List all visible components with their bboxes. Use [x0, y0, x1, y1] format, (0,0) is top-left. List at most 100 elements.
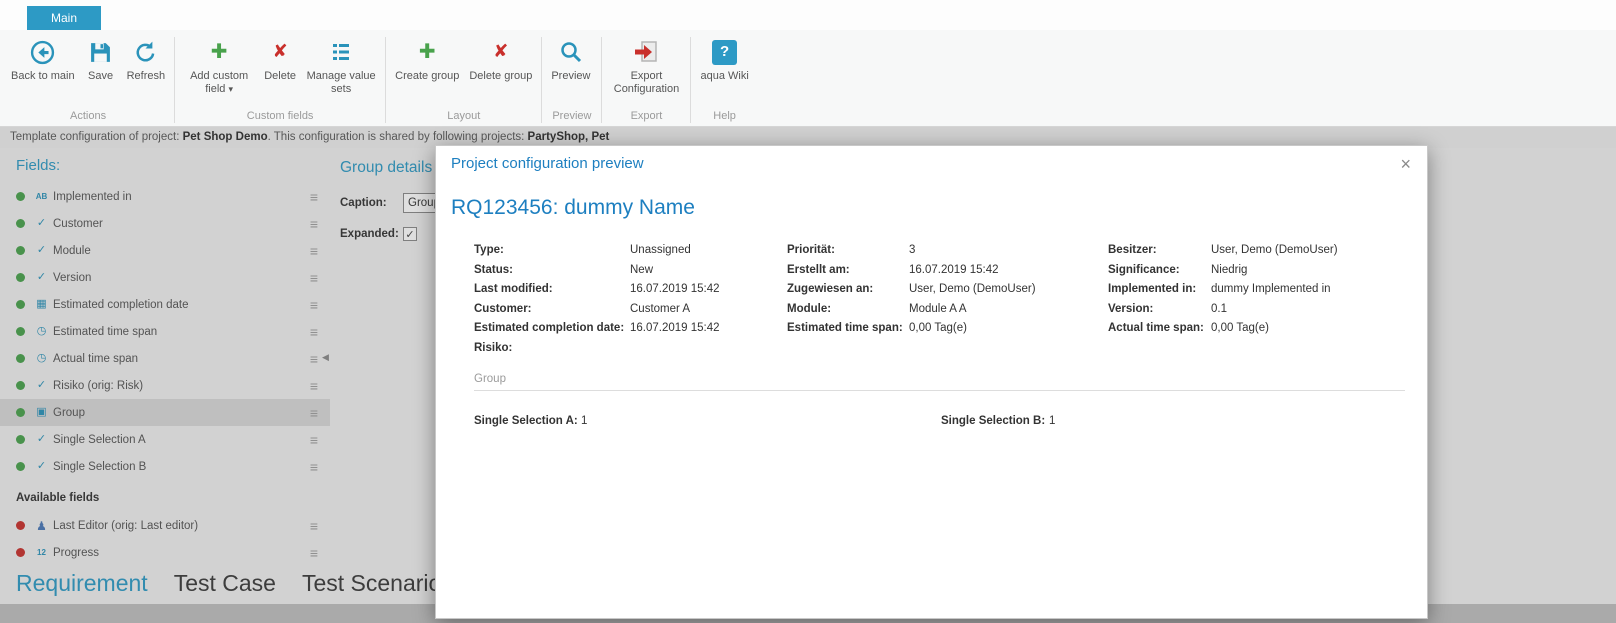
drag-handle-icon[interactable]: ≡: [306, 243, 322, 259]
save-button[interactable]: Save: [80, 34, 122, 83]
item-title: RQ123456: dummy Name: [451, 196, 695, 219]
modal-field-prioritaet: Priorität: 3: [787, 244, 916, 256]
drag-handle-icon[interactable]: ≡: [306, 351, 322, 367]
modal-field-erstellt-am: Erstellt am: 16.07.2019 15:42: [787, 263, 999, 276]
add-custom-field-button[interactable]: ✚ Add custom field ▾: [179, 34, 259, 96]
drag-handle-icon[interactable]: ≡: [306, 189, 322, 205]
tab-test-scenario[interactable]: Test Scenario: [302, 570, 441, 597]
caption-label: Caption:: [340, 197, 387, 209]
manage-value-sets-button[interactable]: Manage value sets: [301, 34, 381, 96]
field-row-risiko[interactable]: ✓ Risiko (orig: Risk) ≡: [0, 372, 330, 399]
status-dot: [16, 408, 25, 417]
delete-group-button[interactable]: ✘ Delete group: [464, 34, 537, 83]
drag-handle-icon[interactable]: ≡: [306, 518, 322, 534]
refresh-button[interactable]: Refresh: [122, 34, 171, 83]
export-configuration-button[interactable]: Export Configuration: [606, 34, 686, 96]
add-icon: ✚: [210, 41, 228, 63]
available-fields-header: Available fields: [16, 492, 100, 504]
field-row-single-selection-a[interactable]: ✓ Single Selection A ≡: [0, 426, 330, 453]
dropdown-caret-icon: ▾: [228, 84, 234, 95]
drag-handle-icon[interactable]: ≡: [306, 216, 322, 232]
status-dot: [16, 192, 25, 201]
modal-field-actual-time-span: Actual time span: 0,00 Tag(e): [1108, 322, 1269, 334]
field-row-estimated-time-span[interactable]: ◷ Estimated time span ≡: [0, 318, 330, 345]
field-row-actual-time-span[interactable]: ◷ Actual time span ≡: [0, 345, 330, 372]
add-icon: ✚: [418, 41, 436, 63]
drag-handle-icon[interactable]: ≡: [306, 432, 322, 448]
field-row-module[interactable]: ✓ Module ≡: [0, 237, 330, 264]
close-icon[interactable]: ×: [1398, 155, 1413, 173]
field-row-implemented-in[interactable]: AB Implemented in ≡: [0, 183, 330, 210]
status-dot: [16, 521, 25, 530]
button-label: Add custom field ▾: [190, 70, 249, 96]
status-dot: [16, 462, 25, 471]
expanded-label: Expanded:: [340, 228, 399, 240]
fields-panel: Fields: AB Implemented in ≡ ✓ Customer ≡…: [0, 148, 330, 566]
time-span-icon: ◷: [36, 325, 47, 337]
drag-handle-icon[interactable]: ≡: [306, 378, 322, 394]
ribbon-body: Back to main Save Refresh Actions ✚ Add …: [0, 30, 1616, 126]
modal-field-implemented-in: Implemented in: dummy Implemented in: [1108, 283, 1331, 295]
ribbon: Main Back to main Save Refresh Actions ✚…: [0, 0, 1616, 127]
modal-field-significance: Significance: Niedrig: [1108, 263, 1248, 276]
check-icon: ✓: [36, 379, 47, 391]
status-dot: [16, 246, 25, 255]
modal-field-risiko: Risiko:: [474, 341, 513, 354]
info-text: . This configuration is shared by follow…: [267, 131, 528, 143]
modal-field-version: Version: 0.1: [1108, 302, 1227, 315]
info-text: Template configuration of project:: [10, 131, 183, 143]
modal-field-empty: [1108, 339, 1407, 359]
tab-test-case[interactable]: Test Case: [174, 570, 276, 597]
panel-collapse-icon[interactable]: ◀: [322, 352, 329, 363]
modal-field-last-modified: Last modified: 16.07.2019 15:42: [474, 283, 720, 295]
field-row-last-editor[interactable]: ♟ Last Editor (orig: Last editor) ≡: [0, 512, 330, 539]
field-row-group[interactable]: ▣ Group ≡: [0, 399, 330, 426]
ribbon-group-label-help: Help: [713, 110, 736, 122]
modal-field-customer: Customer: Customer A: [474, 302, 691, 315]
ribbon-separator: [385, 37, 387, 123]
drag-handle-icon[interactable]: ≡: [306, 545, 322, 561]
preview-button[interactable]: Preview: [546, 34, 595, 83]
modal-field-module: Module: Module A A: [787, 302, 967, 315]
modal-field-single-selection-b: Single Selection B: 1: [941, 415, 1056, 427]
status-dot: [16, 548, 25, 557]
button-label: Preview: [551, 70, 591, 82]
number-field-icon: 12: [37, 547, 46, 557]
ribbon-group-label-preview: Preview: [552, 110, 592, 122]
modal-group-section-fields: Single Selection A: 1 Single Selection B…: [474, 413, 1407, 429]
ribbon-group-preview: Preview Preview: [544, 32, 599, 126]
aqua-wiki-button[interactable]: ? aqua Wiki: [695, 34, 753, 83]
check-icon: ✓: [36, 244, 47, 256]
delete-custom-field-button[interactable]: ✘ Delete: [259, 34, 301, 83]
field-row-version[interactable]: ✓ Version ≡: [0, 264, 330, 291]
button-label: Delete: [264, 70, 297, 82]
ribbon-tab-main[interactable]: Main: [27, 6, 102, 30]
status-dot: [16, 219, 25, 228]
field-row-single-selection-b[interactable]: ✓ Single Selection B ≡: [0, 453, 330, 480]
project-name: Pet Shop Demo: [182, 131, 268, 143]
field-row-customer[interactable]: ✓ Customer ≡: [0, 210, 330, 237]
preview-modal: Project configuration preview × RQ123456…: [435, 145, 1428, 619]
drag-handle-icon[interactable]: ≡: [306, 270, 322, 286]
drag-handle-icon[interactable]: ≡: [306, 405, 322, 421]
drag-handle-icon[interactable]: ≡: [306, 297, 322, 313]
field-row-estimated-completion-date[interactable]: ▦ Estimated completion date ≡: [0, 291, 330, 318]
preview-icon: [559, 37, 583, 67]
modal-field-zugewiesen-an: Zugewiesen an: User, Demo (DemoUser): [787, 283, 1036, 295]
expanded-checkbox[interactable]: ✓: [403, 227, 417, 241]
tab-requirement[interactable]: Requirement: [16, 570, 148, 597]
ribbon-group-layout: ✚ Create group ✘ Delete group Layout: [388, 32, 539, 126]
ribbon-separator: [690, 37, 692, 123]
ribbon-separator: [174, 37, 176, 123]
ribbon-group-custom-fields: ✚ Add custom field ▾ ✘ Delete Manage val…: [177, 32, 383, 126]
check-icon: ✓: [36, 433, 47, 445]
back-to-main-button[interactable]: Back to main: [6, 34, 80, 83]
drag-handle-icon[interactable]: ≡: [306, 324, 322, 340]
drag-handle-icon[interactable]: ≡: [306, 459, 322, 475]
group-icon: ▣: [36, 406, 47, 418]
check-icon: ✓: [36, 271, 47, 283]
create-group-button[interactable]: ✚ Create group: [390, 34, 464, 83]
bottom-tabs: Requirement Test Case Test Scenario: [0, 562, 441, 604]
ribbon-separator: [601, 37, 603, 123]
value-sets-icon: [330, 37, 352, 67]
